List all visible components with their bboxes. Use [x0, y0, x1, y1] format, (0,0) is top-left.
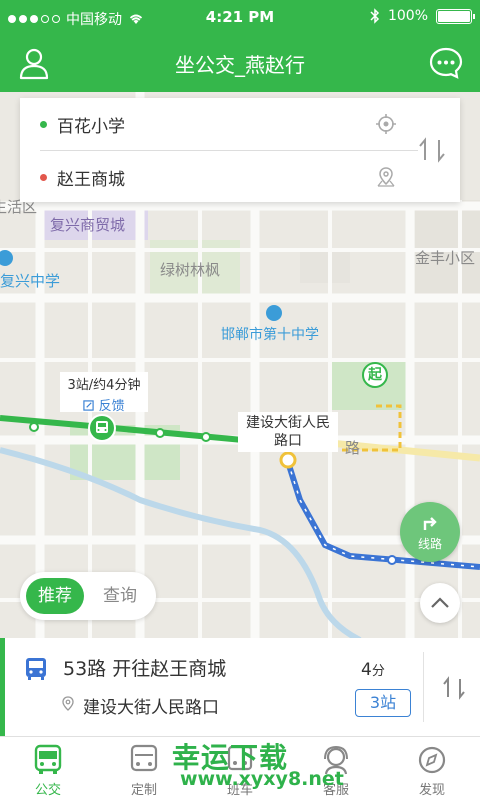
- bus-icon: [34, 744, 62, 774]
- battery-percent: 100%: [387, 8, 428, 24]
- status-bar: 中国移动 4:21 PM 100%: [0, 0, 480, 36]
- tab-discover-label: 发现: [418, 783, 445, 798]
- route-button-label: 线路: [417, 537, 442, 551]
- eta: 4分: [361, 660, 385, 680]
- watermark-url: www.xyxy8.net: [180, 768, 344, 790]
- mode-toggle: 推荐 查询: [20, 572, 156, 620]
- route-name: 53路 开往赵王商城: [63, 658, 227, 680]
- map-label-handan-10th: 邯郸市第十中学: [221, 327, 319, 343]
- origin-dot: [40, 120, 47, 128]
- tab-query[interactable]: 查询: [90, 578, 150, 614]
- origin-field[interactable]: 百花小学: [20, 98, 400, 150]
- swap-direction-icon[interactable]: [441, 676, 467, 700]
- bluetooth-icon: [370, 8, 380, 24]
- start-marker[interactable]: 起: [362, 362, 388, 388]
- route-search-card: 百花小学 赵王商城: [20, 98, 460, 202]
- tab-bus-label: 公交: [34, 783, 61, 798]
- eta-value: 4: [361, 660, 372, 680]
- map-label-jinfeng: 金丰小区: [415, 249, 476, 267]
- origin-text: 百花小学: [57, 116, 125, 137]
- tab-bus[interactable]: 公交: [0, 737, 96, 800]
- custom-bus-icon: [130, 744, 158, 772]
- locate-icon[interactable]: [374, 112, 398, 136]
- app-header: 坐公交_燕赵行: [0, 36, 480, 92]
- map-label-road: 路: [345, 439, 361, 457]
- destination-dot: [40, 173, 47, 181]
- route-result-card[interactable]: 53路 开往赵王商城 建设大街人民路口 4分 3站: [0, 638, 480, 736]
- compass-icon: [418, 746, 446, 774]
- tab-discover[interactable]: 发现: [384, 737, 480, 800]
- eta-unit: 分: [371, 664, 385, 679]
- tab-custom-label: 定制: [130, 783, 157, 798]
- destination-text: 赵王商城: [57, 169, 125, 190]
- boarding-stop: 建设大街人民路口: [83, 698, 219, 718]
- bus-info-callout[interactable]: 3站/约4分钟 反馈: [60, 372, 148, 414]
- expand-panel-button[interactable]: [420, 583, 460, 623]
- edit-icon: [83, 400, 95, 411]
- stations-badge: 3站: [355, 689, 411, 717]
- route-arrow-icon: [423, 517, 437, 530]
- destination-field[interactable]: 赵王商城: [20, 151, 400, 203]
- app-root: 中国移动 4:21 PM 100% 坐公交_燕赵行 复兴商贸城 绿树林枫 金丰小…: [0, 0, 480, 800]
- map-label-fuxing-school: 复兴中学: [0, 272, 61, 290]
- panel-divider: [423, 652, 424, 722]
- swap-stations-icon[interactable]: [416, 136, 448, 164]
- status-right: 100%: [370, 8, 475, 24]
- map-label-fuxing-trade: 复兴商贸城: [50, 216, 126, 234]
- feedback-link[interactable]: 反馈: [60, 395, 148, 414]
- chevron-up-icon: [431, 597, 449, 608]
- location-pin-icon: [62, 696, 74, 711]
- chat-icon[interactable]: [428, 45, 464, 81]
- battery-icon: [436, 8, 475, 24]
- bus-icon: [26, 658, 46, 680]
- page-title: 坐公交_燕赵行: [175, 53, 305, 77]
- route-button[interactable]: 线路: [400, 502, 460, 562]
- bus-info-text: 3站/约4分钟: [67, 378, 141, 393]
- map-label-lvshu: 绿树林枫: [160, 261, 221, 279]
- feedback-label: 反馈: [98, 399, 125, 414]
- stop-label-callout: 建设大街人民 路口: [238, 412, 338, 452]
- bus-stop-marker-icon[interactable]: [88, 414, 116, 442]
- map-pin-icon[interactable]: [374, 165, 398, 189]
- tab-recommend[interactable]: 推荐: [26, 578, 84, 614]
